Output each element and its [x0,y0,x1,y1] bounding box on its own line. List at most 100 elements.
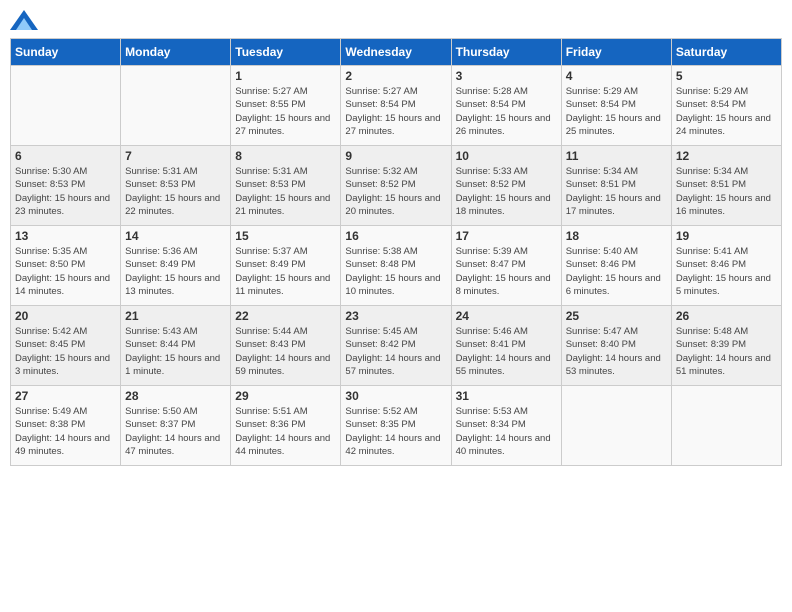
day-cell: 8 Sunrise: 5:31 AM Sunset: 8:53 PM Daylig… [231,146,341,226]
day-cell: 22 Sunrise: 5:44 AM Sunset: 8:43 PM Dayli… [231,306,341,386]
day-cell: 3 Sunrise: 5:28 AM Sunset: 8:54 PM Daylig… [451,66,561,146]
day-info: Sunrise: 5:39 AM Sunset: 8:47 PM Dayligh… [456,245,557,298]
day-cell: 25Sunrise: 5:47 AM Sunset: 8:40 PM Dayli… [561,306,671,386]
day-cell: 17 Sunrise: 5:39 AM Sunset: 8:47 PM Dayli… [451,226,561,306]
column-header-thursday: Thursday [451,39,561,66]
day-info: Sunrise: 5:43 AM Sunset: 8:44 PM Dayligh… [125,325,226,378]
day-cell: 9 Sunrise: 5:32 AM Sunset: 8:52 PM Daylig… [341,146,451,226]
day-cell: 21 Sunrise: 5:43 AM Sunset: 8:44 PM Dayli… [121,306,231,386]
day-info: Sunrise: 5:32 AM Sunset: 8:52 PM Dayligh… [345,165,446,218]
column-header-wednesday: Wednesday [341,39,451,66]
day-info: Sunrise: 5:53 AM Sunset: 8:34 PM Dayligh… [456,405,557,458]
day-info: Sunrise: 5:41 AM Sunset: 8:46 PM Dayligh… [676,245,777,298]
day-cell: 29 Sunrise: 5:51 AM Sunset: 8:36 PM Dayli… [231,386,341,466]
header [10,10,782,30]
day-number: 24 [456,309,557,323]
day-cell: 27 Sunrise: 5:49 AM Sunset: 8:38 PM Dayli… [11,386,121,466]
day-number: 9 [345,149,446,163]
day-info: Sunrise: 5:48 AM Sunset: 8:39 PM Dayligh… [676,325,777,378]
day-cell: 10 Sunrise: 5:33 AM Sunset: 8:52 PM Dayli… [451,146,561,226]
day-info: Sunrise: 5:34 AM Sunset: 8:51 PM Dayligh… [566,165,667,218]
day-number: 21 [125,309,226,323]
day-number: 28 [125,389,226,403]
day-cell [561,386,671,466]
day-cell: 31Sunrise: 5:53 AM Sunset: 8:34 PM Dayli… [451,386,561,466]
column-header-saturday: Saturday [671,39,781,66]
day-cell: 13 Sunrise: 5:35 AM Sunset: 8:50 PM Dayli… [11,226,121,306]
day-cell: 4 Sunrise: 5:29 AM Sunset: 8:54 PM Daylig… [561,66,671,146]
day-number: 12 [676,149,777,163]
day-cell: 7 Sunrise: 5:31 AM Sunset: 8:53 PM Daylig… [121,146,231,226]
week-row-3: 13 Sunrise: 5:35 AM Sunset: 8:50 PM Dayli… [11,226,782,306]
day-cell: 15 Sunrise: 5:37 AM Sunset: 8:49 PM Dayli… [231,226,341,306]
day-cell: 2 Sunrise: 5:27 AM Sunset: 8:54 PM Daylig… [341,66,451,146]
day-number: 18 [566,229,667,243]
day-number: 13 [15,229,116,243]
day-number: 5 [676,69,777,83]
day-cell: 16Sunrise: 5:38 AM Sunset: 8:48 PM Dayli… [341,226,451,306]
day-cell: 20 Sunrise: 5:42 AM Sunset: 8:45 PM Dayli… [11,306,121,386]
day-info: Sunrise: 5:40 AM Sunset: 8:46 PM Dayligh… [566,245,667,298]
day-number: 15 [235,229,336,243]
day-info: Sunrise: 5:34 AM Sunset: 8:51 PM Dayligh… [676,165,777,218]
day-cell [671,386,781,466]
day-cell: 26Sunrise: 5:48 AM Sunset: 8:39 PM Dayli… [671,306,781,386]
day-info: Sunrise: 5:44 AM Sunset: 8:43 PM Dayligh… [235,325,336,378]
day-number: 30 [345,389,446,403]
day-number: 27 [15,389,116,403]
day-number: 4 [566,69,667,83]
day-info: Sunrise: 5:27 AM Sunset: 8:54 PM Dayligh… [345,85,446,138]
day-number: 22 [235,309,336,323]
day-cell: 18 Sunrise: 5:40 AM Sunset: 8:46 PM Dayli… [561,226,671,306]
day-number: 17 [456,229,557,243]
day-cell: 1 Sunrise: 5:27 AM Sunset: 8:55 PM Daylig… [231,66,341,146]
day-number: 6 [15,149,116,163]
day-info: Sunrise: 5:46 AM Sunset: 8:41 PM Dayligh… [456,325,557,378]
column-header-tuesday: Tuesday [231,39,341,66]
day-info: Sunrise: 5:33 AM Sunset: 8:52 PM Dayligh… [456,165,557,218]
week-row-5: 27 Sunrise: 5:49 AM Sunset: 8:38 PM Dayli… [11,386,782,466]
day-info: Sunrise: 5:45 AM Sunset: 8:42 PM Dayligh… [345,325,446,378]
day-info: Sunrise: 5:38 AM Sunset: 8:48 PM Dayligh… [345,245,446,298]
day-number: 29 [235,389,336,403]
day-cell: 6Sunrise: 5:30 AM Sunset: 8:53 PM Daylig… [11,146,121,226]
day-info: Sunrise: 5:28 AM Sunset: 8:54 PM Dayligh… [456,85,557,138]
day-info: Sunrise: 5:37 AM Sunset: 8:49 PM Dayligh… [235,245,336,298]
day-cell: 28Sunrise: 5:50 AM Sunset: 8:37 PM Dayli… [121,386,231,466]
day-info: Sunrise: 5:29 AM Sunset: 8:54 PM Dayligh… [566,85,667,138]
day-number: 14 [125,229,226,243]
day-number: 7 [125,149,226,163]
day-info: Sunrise: 5:35 AM Sunset: 8:50 PM Dayligh… [15,245,116,298]
day-cell [11,66,121,146]
logo [10,10,42,30]
week-row-1: 1 Sunrise: 5:27 AM Sunset: 8:55 PM Daylig… [11,66,782,146]
day-info: Sunrise: 5:51 AM Sunset: 8:36 PM Dayligh… [235,405,336,458]
column-header-sunday: Sunday [11,39,121,66]
day-number: 20 [15,309,116,323]
day-cell: 5Sunrise: 5:29 AM Sunset: 8:54 PM Daylig… [671,66,781,146]
day-number: 3 [456,69,557,83]
day-number: 2 [345,69,446,83]
calendar-table: SundayMondayTuesdayWednesdayThursdayFrid… [10,38,782,466]
day-info: Sunrise: 5:42 AM Sunset: 8:45 PM Dayligh… [15,325,116,378]
day-number: 23 [345,309,446,323]
day-info: Sunrise: 5:31 AM Sunset: 8:53 PM Dayligh… [125,165,226,218]
day-info: Sunrise: 5:31 AM Sunset: 8:53 PM Dayligh… [235,165,336,218]
day-info: Sunrise: 5:27 AM Sunset: 8:55 PM Dayligh… [235,85,336,138]
day-info: Sunrise: 5:47 AM Sunset: 8:40 PM Dayligh… [566,325,667,378]
day-cell: 14 Sunrise: 5:36 AM Sunset: 8:49 PM Dayli… [121,226,231,306]
day-number: 10 [456,149,557,163]
day-cell: 11Sunrise: 5:34 AM Sunset: 8:51 PM Dayli… [561,146,671,226]
day-number: 19 [676,229,777,243]
calendar-body: 1 Sunrise: 5:27 AM Sunset: 8:55 PM Daylig… [11,66,782,466]
column-header-friday: Friday [561,39,671,66]
day-number: 1 [235,69,336,83]
week-row-4: 20 Sunrise: 5:42 AM Sunset: 8:45 PM Dayli… [11,306,782,386]
day-cell: 19 Sunrise: 5:41 AM Sunset: 8:46 PM Dayli… [671,226,781,306]
calendar-header: SundayMondayTuesdayWednesdayThursdayFrid… [11,39,782,66]
day-info: Sunrise: 5:49 AM Sunset: 8:38 PM Dayligh… [15,405,116,458]
day-number: 8 [235,149,336,163]
day-info: Sunrise: 5:36 AM Sunset: 8:49 PM Dayligh… [125,245,226,298]
logo-icon [10,10,38,30]
day-cell: 24 Sunrise: 5:46 AM Sunset: 8:41 PM Dayli… [451,306,561,386]
